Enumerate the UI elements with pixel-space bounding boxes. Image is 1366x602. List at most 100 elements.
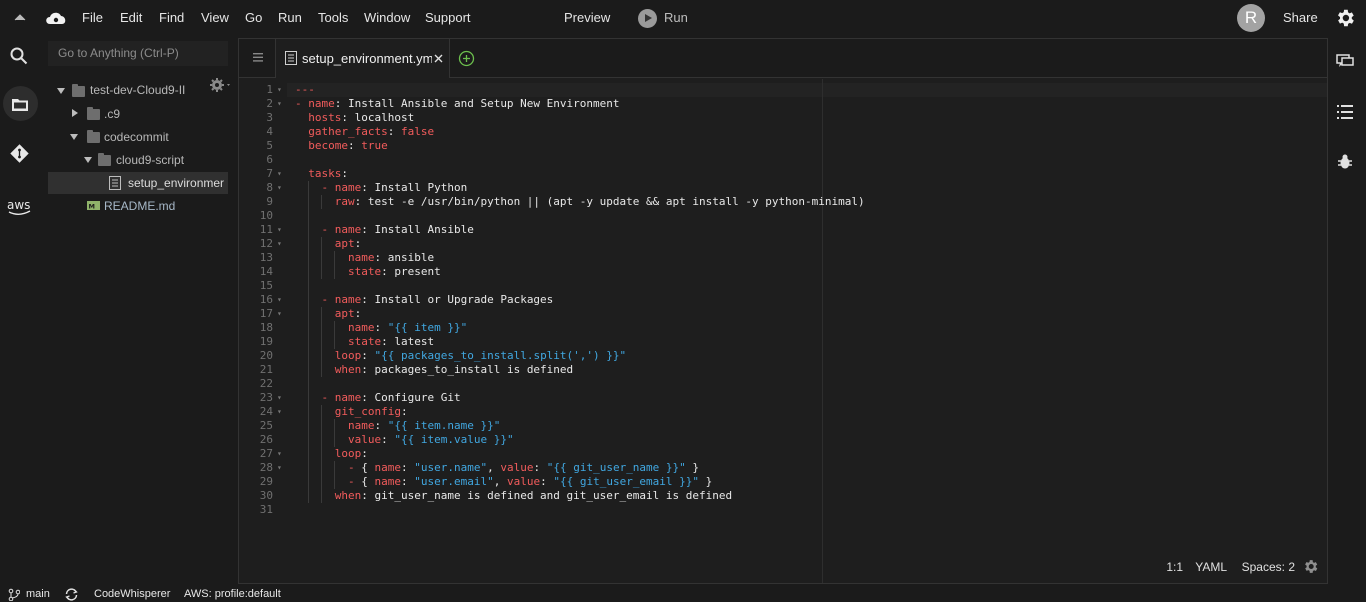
code-line[interactable]: - name: Install Ansible and Setup New En… (295, 97, 620, 111)
code-line[interactable]: value: "{{ item.value }}" (295, 433, 514, 447)
tree-item-readme[interactable]: README.md (104, 195, 175, 217)
menu-find[interactable]: Find (159, 10, 184, 25)
code-line[interactable]: loop: "{{ packages_to_install.split(',')… (295, 349, 626, 363)
folder-files-icon[interactable] (12, 97, 28, 111)
code-line[interactable]: become: true (295, 139, 388, 153)
tab-setup-environment[interactable]: setup_environment.ym (275, 39, 450, 78)
code-line[interactable]: - name: Install Ansible (295, 223, 474, 237)
collapse-up-icon[interactable] (14, 12, 26, 22)
code-line[interactable]: apt: (295, 237, 362, 251)
code-line[interactable]: when: git_user_name is defined and git_u… (295, 489, 732, 503)
code-line[interactable]: when: packages_to_install is defined (295, 363, 573, 377)
code-line[interactable]: --- (295, 83, 315, 97)
menu-view[interactable]: View (201, 10, 229, 25)
share-button[interactable]: Share (1283, 10, 1318, 25)
tree-settings-gear-icon[interactable] (209, 77, 233, 93)
cursor-position[interactable]: 1:1 (1166, 560, 1183, 574)
indent-guide (334, 251, 335, 279)
code-line[interactable]: raw: test -e /usr/bin/python || (apt -y … (295, 195, 865, 209)
codewhisperer-status[interactable]: CodeWhisperer (94, 588, 170, 600)
code-line[interactable]: tasks: (295, 167, 348, 181)
line-number: 28 (259, 461, 273, 474)
line-number: 24 (259, 405, 273, 418)
menu-file[interactable]: File (82, 10, 103, 25)
fold-arrow-icon[interactable]: ▾ (277, 237, 282, 251)
git-branch-label[interactable]: main (26, 588, 50, 600)
editor-settings-gear-icon[interactable] (1302, 558, 1319, 575)
code-line[interactable]: - { name: "user.name", value: "{{ git_us… (295, 461, 699, 475)
line-number: 21 (259, 363, 273, 376)
tree-item-setup-environment[interactable]: setup_environmer (128, 172, 226, 194)
code-line[interactable]: state: present (295, 265, 441, 279)
code-line[interactable]: - name: Configure Git (295, 391, 461, 405)
chat-icon[interactable] (1336, 52, 1354, 70)
menu-support[interactable]: Support (425, 10, 471, 25)
fold-arrow-icon[interactable]: ▾ (277, 447, 282, 461)
gear-icon[interactable] (1334, 7, 1356, 29)
tree-item-cloud9-script[interactable]: cloud9-script (116, 149, 184, 171)
git-source-control-icon[interactable] (10, 144, 29, 163)
fold-arrow-icon[interactable]: ▾ (277, 167, 282, 181)
menu-window[interactable]: Window (364, 10, 410, 25)
cloud9-logo-icon[interactable] (44, 9, 68, 27)
aws-logo-icon[interactable]: aws (7, 198, 33, 216)
code-line[interactable]: git_config: (295, 405, 408, 419)
code-line[interactable]: - name: Install or Upgrade Packages (295, 293, 554, 307)
code-line[interactable]: state: latest (295, 335, 434, 349)
new-tab-plus-icon[interactable] (458, 50, 475, 67)
expand-arrow-icon[interactable] (70, 134, 78, 140)
code-line[interactable]: apt: (295, 307, 362, 321)
search-icon[interactable] (10, 47, 28, 65)
bottom-status-bar: main CodeWhisperer AWS: profile:default (0, 586, 1366, 602)
goto-anything-input[interactable]: Go to Anything (Ctrl-P) (48, 41, 228, 66)
expand-arrow-icon[interactable] (84, 157, 92, 163)
code-line[interactable]: - name: Install Python (295, 181, 468, 195)
fold-arrow-icon[interactable]: ▾ (277, 405, 282, 419)
line-number: 4 (266, 125, 273, 138)
avatar[interactable]: R (1237, 4, 1265, 32)
menu-run[interactable]: Run (278, 10, 302, 25)
indent-setting[interactable]: Spaces: 2 (1242, 560, 1295, 574)
fold-arrow-icon[interactable]: ▾ (277, 181, 282, 195)
fold-arrow-icon[interactable]: ▾ (277, 83, 282, 97)
tab-label: setup_environment.ym (302, 51, 432, 66)
menu-go[interactable]: Go (245, 10, 262, 25)
fold-arrow-icon[interactable]: ▾ (277, 461, 282, 475)
menu-edit[interactable]: Edit (120, 10, 142, 25)
fold-arrow-icon[interactable]: ▾ (277, 391, 282, 405)
code-line[interactable]: name: ansible (295, 251, 434, 265)
folder-icon (72, 84, 85, 97)
collapsed-arrow-icon[interactable] (72, 109, 78, 117)
preview-button[interactable]: Preview (564, 10, 610, 25)
code-line[interactable]: gather_facts: false (295, 125, 434, 139)
aws-profile-status[interactable]: AWS: profile:default (184, 588, 281, 600)
tree-item-c9[interactable]: .c9 (104, 103, 120, 125)
fold-arrow-icon[interactable]: ▾ (277, 223, 282, 237)
code-line[interactable]: name: "{{ item.name }}" (295, 419, 500, 433)
line-number: 16 (259, 293, 273, 306)
code-line[interactable]: hosts: localhost (295, 111, 414, 125)
menu-tools[interactable]: Tools (318, 10, 348, 25)
line-number: 10 (259, 209, 273, 222)
sync-icon[interactable] (64, 587, 79, 602)
hamburger-menu-icon[interactable] (253, 53, 263, 62)
syntax-mode[interactable]: YAML (1195, 560, 1227, 574)
line-number: 20 (259, 349, 273, 362)
tree-item-codecommit[interactable]: codecommit (104, 126, 169, 148)
line-number: 31 (259, 503, 273, 516)
run-button[interactable]: Run (664, 10, 688, 25)
code-line[interactable]: - { name: "user.email", value: "{{ git_u… (295, 475, 712, 489)
fold-arrow-icon[interactable]: ▾ (277, 97, 282, 111)
close-icon[interactable] (434, 54, 443, 63)
run-play-icon[interactable] (638, 9, 657, 28)
code-line[interactable]: loop: (295, 447, 368, 461)
fold-arrow-icon[interactable]: ▾ (277, 307, 282, 321)
indent-guide (308, 181, 309, 503)
outline-list-icon[interactable] (1336, 103, 1354, 121)
fold-arrow-icon[interactable]: ▾ (277, 293, 282, 307)
expand-arrow-icon[interactable] (57, 88, 65, 94)
line-number: 8 (266, 181, 273, 194)
tree-item-root[interactable]: test-dev-Cloud9-II (90, 79, 185, 101)
debugger-bug-icon[interactable] (1336, 153, 1354, 171)
line-number: 29 (259, 475, 273, 488)
